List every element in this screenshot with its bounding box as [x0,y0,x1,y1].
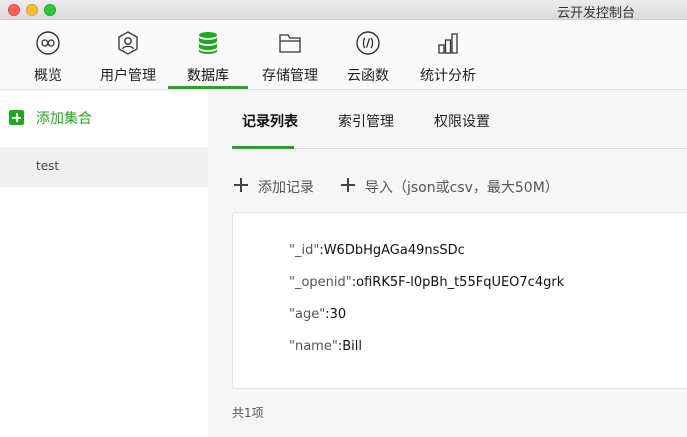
nav-item-storage[interactable]: 存储管理 [254,20,326,90]
field-key: "_openid" [289,275,352,290]
sidebar: 添加集合 test [0,91,208,437]
nav-item-overview[interactable]: 概览 [20,20,76,90]
add-collection-label: 添加集合 [36,111,92,127]
tab-indexes[interactable]: 索引管理 [338,111,394,131]
add-record-label: 添加记录 [258,180,314,196]
collection-name: test [36,159,60,173]
window-title: 云开发控制台 [556,6,635,21]
plus-icon [9,110,24,125]
close-window-button[interactable] [8,4,20,16]
folder-icon [279,34,301,53]
record-field-openid: "_openid":ofiRK5F-l0pBh_t55FqUEO7c4grk [289,275,564,290]
field-key: "name" [289,339,338,354]
maximize-window-button[interactable] [44,4,56,16]
infinity-icon [36,31,60,55]
field-key: "age" [289,307,326,322]
nav-label: 云函数 [347,68,389,84]
database-icon [199,32,217,54]
user-icon [118,31,138,55]
record-count: 共1项 [232,406,264,420]
tab-permissions[interactable]: 权限设置 [434,111,490,131]
tab-records[interactable]: 记录列表 [242,111,298,131]
nav-item-users[interactable]: 用户管理 [92,20,164,90]
field-value: :Bill [337,339,362,354]
field-value: :W6DbHgAGa49nsSDc [319,243,465,258]
field-value: :30 [325,307,347,322]
field-key: "_id" [289,243,320,258]
record-field-id: "_id":W6DbHgAGa49nsSDc [289,243,465,258]
top-nav: 概览 用户管理 数据库 存储管理 云函数 统计分析 [0,20,687,90]
import-label: 导入（json或csv，最大50M） [365,180,559,196]
tab-active-indicator [232,146,294,149]
nav-label: 统计分析 [420,68,476,84]
function-icon [356,31,380,55]
nav-label: 概览 [34,68,62,84]
title-bar: 云开发控制台 [0,0,687,21]
record-field-age: "age":30 [289,307,346,322]
record-field-name: "name":Bill [289,339,362,354]
tab-bar: 记录列表 索引管理 权限设置 [232,91,687,149]
add-collection-button[interactable]: 添加集合 [0,91,208,147]
nav-item-analytics[interactable]: 统计分析 [412,20,484,90]
nav-label: 用户管理 [100,68,156,84]
minimize-window-button[interactable] [26,4,38,16]
main-panel: 记录列表 索引管理 权限设置 添加记录 导入（json或csv，最大50M） "… [208,91,687,437]
nav-label: 数据库 [187,68,229,84]
record-card[interactable]: "_id":W6DbHgAGa49nsSDc "_openid":ofiRK5F… [232,212,687,389]
nav-active-indicator [168,86,248,89]
nav-item-database[interactable]: 数据库 [168,20,248,90]
field-value: :ofiRK5F-l0pBh_t55FqUEO7c4grk [351,275,565,290]
nav-label: 存储管理 [262,68,318,84]
sidebar-item-test[interactable]: test [0,147,208,187]
nav-item-cloud-functions[interactable]: 云函数 [338,20,398,90]
plus-icon [341,178,355,192]
bar-chart-icon [438,33,458,54]
plus-icon [234,178,248,192]
